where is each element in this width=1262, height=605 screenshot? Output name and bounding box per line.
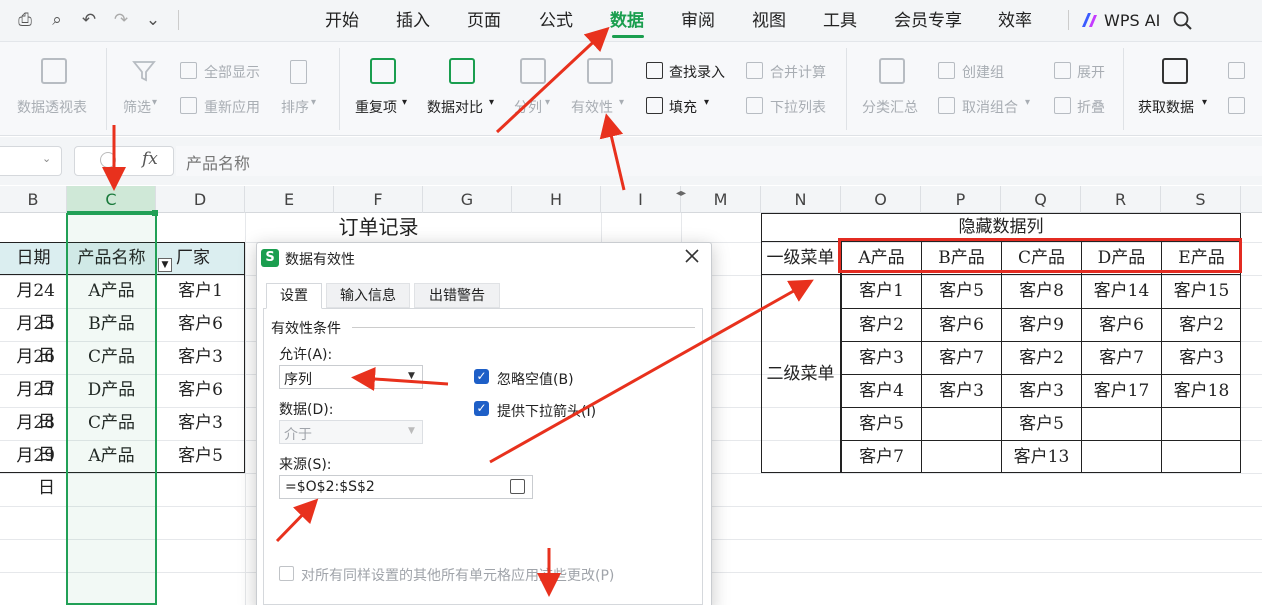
arrow-to-validity [599, 113, 626, 191]
arrow-to-level1 [489, 279, 814, 464]
arrow-to-data-tab [495, 26, 610, 134]
arrow-to-source [275, 498, 319, 543]
annotation-arrows [102, 26, 814, 597]
arrow-to-sequence [351, 367, 449, 391]
